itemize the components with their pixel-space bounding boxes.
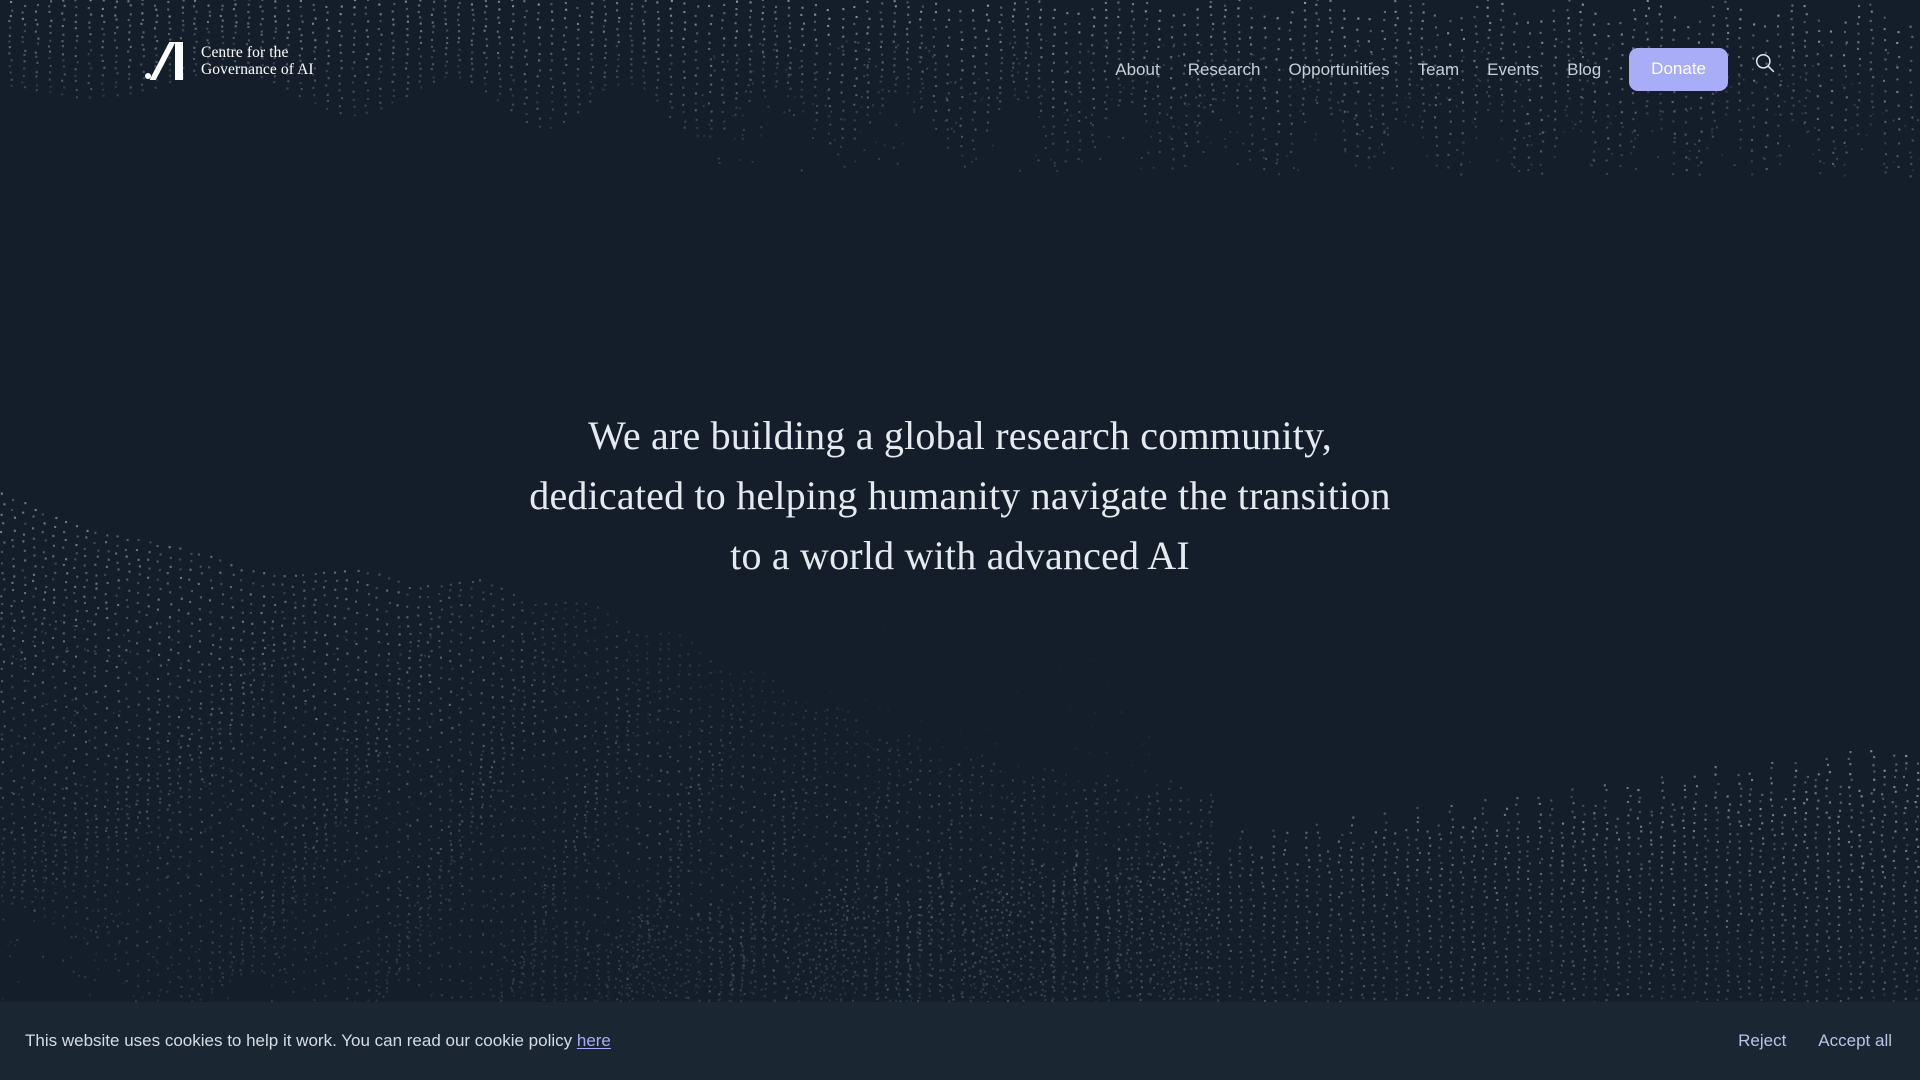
hero-headline: We are building a global research commun…	[0, 406, 1920, 586]
brand-name: Centre for the Governance of AI	[201, 44, 314, 79]
hero-headline-line-1: We are building a global research commun…	[588, 413, 1332, 458]
govai-logo-icon	[145, 42, 191, 80]
cookie-consent-banner: This website uses cookies to help it wor…	[0, 1002, 1920, 1080]
hero-headline-line-3: to a world with advanced AI	[730, 533, 1190, 578]
site-header: Centre for the Governance of AI About Re…	[0, 0, 1920, 120]
cookie-policy-link[interactable]: here	[577, 1031, 611, 1050]
nav-item-blog[interactable]: Blog	[1553, 58, 1615, 82]
main-navigation: About Research Opportunities Team Events…	[1101, 48, 1728, 91]
nav-item-events[interactable]: Events	[1473, 58, 1553, 82]
nav-item-team[interactable]: Team	[1404, 58, 1474, 82]
nav-item-about[interactable]: About	[1101, 58, 1173, 82]
cookie-reject-button[interactable]: Reject	[1736, 1027, 1788, 1055]
hero-headline-line-2: dedicated to helping humanity navigate t…	[529, 473, 1391, 518]
cookie-message-text: This website uses cookies to help it wor…	[25, 1031, 577, 1050]
search-icon	[1755, 53, 1775, 73]
search-button[interactable]	[1750, 48, 1780, 78]
brand-name-line-1: Centre for the	[201, 43, 289, 61]
nav-item-opportunities[interactable]: Opportunities	[1274, 58, 1403, 82]
nav-item-research[interactable]: Research	[1174, 58, 1275, 82]
cookie-message: This website uses cookies to help it wor…	[25, 1031, 611, 1051]
cookie-accept-all-button[interactable]: Accept all	[1816, 1027, 1894, 1055]
brand-logo-link[interactable]: Centre for the Governance of AI	[145, 42, 314, 80]
brand-name-line-2: Governance of AI	[201, 61, 314, 78]
donate-button[interactable]: Donate	[1629, 48, 1728, 91]
cookie-actions: Reject Accept all	[1736, 1027, 1894, 1055]
